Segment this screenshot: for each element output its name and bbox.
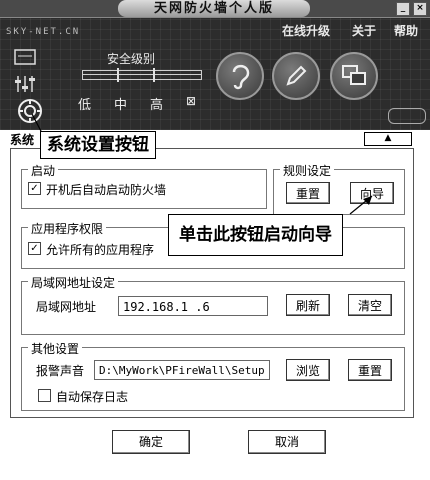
tray-icon[interactable] [14,48,36,70]
menu-about[interactable]: 关于 [352,22,376,39]
alarm-reset-button[interactable]: 重置 [348,359,392,381]
pen-icon[interactable] [272,52,320,100]
app-title: 天网防火墙个人版 [118,0,310,17]
app-permissions-group-title: 应用程序权限 [28,220,107,237]
allow-all-apps-label: 允许所有的应用程序 [46,243,155,257]
tab-panel-system: 启动 ✓ 开机后自动启动防火墙 规则设定 重置 向导 应用程序权限 ✓ 允许所有… [10,148,414,418]
menu-help[interactable]: 帮助 [394,22,418,39]
alarm-sound-path-field[interactable]: D:\MyWork\PFireWall\Setup [94,360,270,380]
level-high[interactable]: 高 [150,94,163,113]
autostart-checkbox[interactable]: ✓ [28,182,41,195]
ok-button[interactable]: 确定 [112,430,190,454]
lan-group: 局域网地址设定 局域网地址 192.168.1 .6 刷新 清空 [21,274,405,335]
gear-icon[interactable] [17,98,43,128]
system-settings-dialog: 系统 ▲ 启动 ✓ 开机后自动启动防火墙 规则设定 重置 向导 应用程序权限 ✓… [0,130,430,480]
minimize-button[interactable]: _ [396,2,410,16]
monitor-icon[interactable] [330,52,378,100]
lan-address-field[interactable]: 192.168.1 .6 [118,296,268,316]
slider-tick-high [153,68,155,82]
slider-tick-low [117,68,119,82]
lan-refresh-button[interactable]: 刷新 [286,294,330,316]
rules-wizard-button[interactable]: 向导 [350,182,394,204]
level-low[interactable]: 低 [78,94,91,113]
level-custom[interactable]: ⊠ [186,94,196,108]
system-settings-button-callout: 系统设置按钮 [40,131,156,159]
lan-clear-button[interactable]: 清空 [348,294,392,316]
allow-all-apps-checkbox[interactable]: ✓ [28,242,41,255]
menu-online-upgrade[interactable]: 在线升级 [282,22,330,39]
ear-icon[interactable] [216,52,264,100]
close-button[interactable]: × [413,2,427,16]
firewall-skin-header: 天网防火墙个人版 _ × SKY-NET.CN 在线升级 关于 帮助 安全级别 … [0,0,430,130]
wizard-hint-callout: 单击此按钮启动向导 [168,214,343,256]
lan-group-title: 局域网地址设定 [28,274,119,291]
startup-group-title: 启动 [28,162,59,179]
brand-text: SKY-NET.CN [6,27,81,37]
other-settings-group: 其他设置 报警声音 D:\MyWork\PFireWall\Setup 浏览 重… [21,340,405,411]
autosave-log-checkbox[interactable] [38,389,51,402]
tab-system[interactable]: 系统 [10,131,34,148]
lan-address-label: 局域网地址 [36,300,97,314]
autosave-log-label: 自动保存日志 [56,390,129,404]
title-bar: 天网防火墙个人版 _ × [0,0,430,18]
security-level-slider[interactable] [82,68,202,82]
level-medium[interactable]: 中 [114,94,127,113]
rules-group-title: 规则设定 [280,162,335,179]
autostart-label: 开机后自动启动防火墙 [46,183,167,197]
sliders-icon[interactable] [14,74,36,98]
rules-reset-button[interactable]: 重置 [286,182,330,204]
cancel-button[interactable]: 取消 [248,430,326,454]
alarm-browse-button[interactable]: 浏览 [286,359,330,381]
status-toggle[interactable] [388,108,426,124]
collapse-button[interactable]: ▲ [364,132,412,146]
other-settings-group-title: 其他设置 [28,340,83,357]
rules-group: 规则设定 重置 向导 [273,162,405,215]
alarm-sound-label: 报警声音 [36,364,85,378]
security-level-label: 安全级别 [107,52,156,66]
startup-group: 启动 ✓ 开机后自动启动防火墙 [21,162,267,209]
